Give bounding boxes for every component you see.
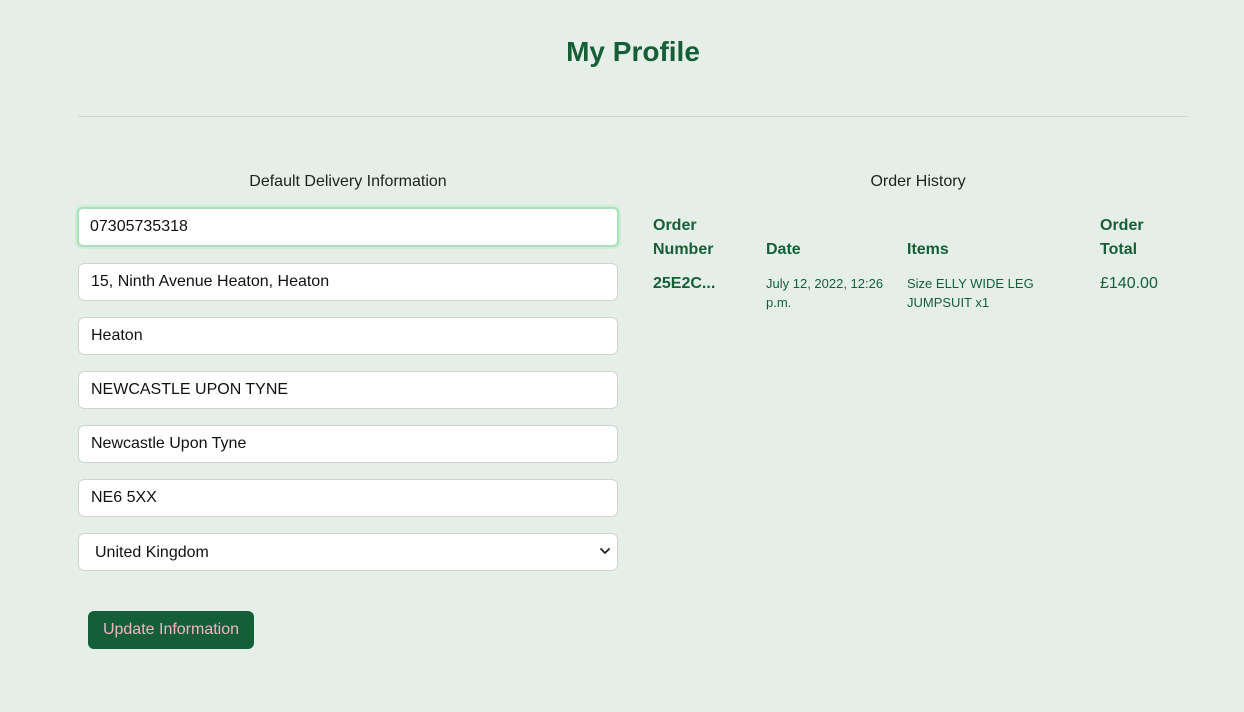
street-address2-input[interactable] — [78, 317, 618, 355]
order-date: July 12, 2022, 12:26 p.m. — [766, 276, 884, 310]
country-select[interactable]: United Kingdom — [78, 533, 618, 571]
update-information-button[interactable]: Update Information — [88, 611, 254, 649]
street-address1-input[interactable] — [78, 263, 618, 301]
town-or-city-input[interactable] — [78, 371, 618, 409]
order-history-table: Order Number Date Items Order Total 25E2… — [643, 212, 1193, 316]
order-number-link[interactable]: 25E2C... — [643, 268, 756, 316]
country-select-wrapper: United Kingdom — [78, 533, 618, 571]
county-input[interactable] — [78, 425, 618, 463]
phone-number-input[interactable] — [77, 207, 619, 247]
postcode-input[interactable] — [78, 479, 618, 517]
order-number-header: Order Number — [653, 217, 714, 258]
delivery-info-heading: Default Delivery Information — [249, 173, 447, 190]
table-header-row: Order Number Date Items Order Total — [643, 212, 1193, 268]
order-history-heading: Order History — [870, 173, 966, 190]
header-divider — [78, 116, 1188, 117]
date-header: Date — [766, 241, 801, 258]
order-total: £140.00 — [1100, 275, 1158, 292]
page-title: My Profile — [566, 36, 700, 67]
order-total-header: Order Total — [1100, 217, 1144, 258]
order-items: Size ELLY WIDE LEG JUMPSUIT x1 — [907, 276, 1034, 310]
items-header: Items — [907, 241, 949, 258]
table-row: 25E2C... July 12, 2022, 12:26 p.m. Size … — [643, 268, 1193, 316]
